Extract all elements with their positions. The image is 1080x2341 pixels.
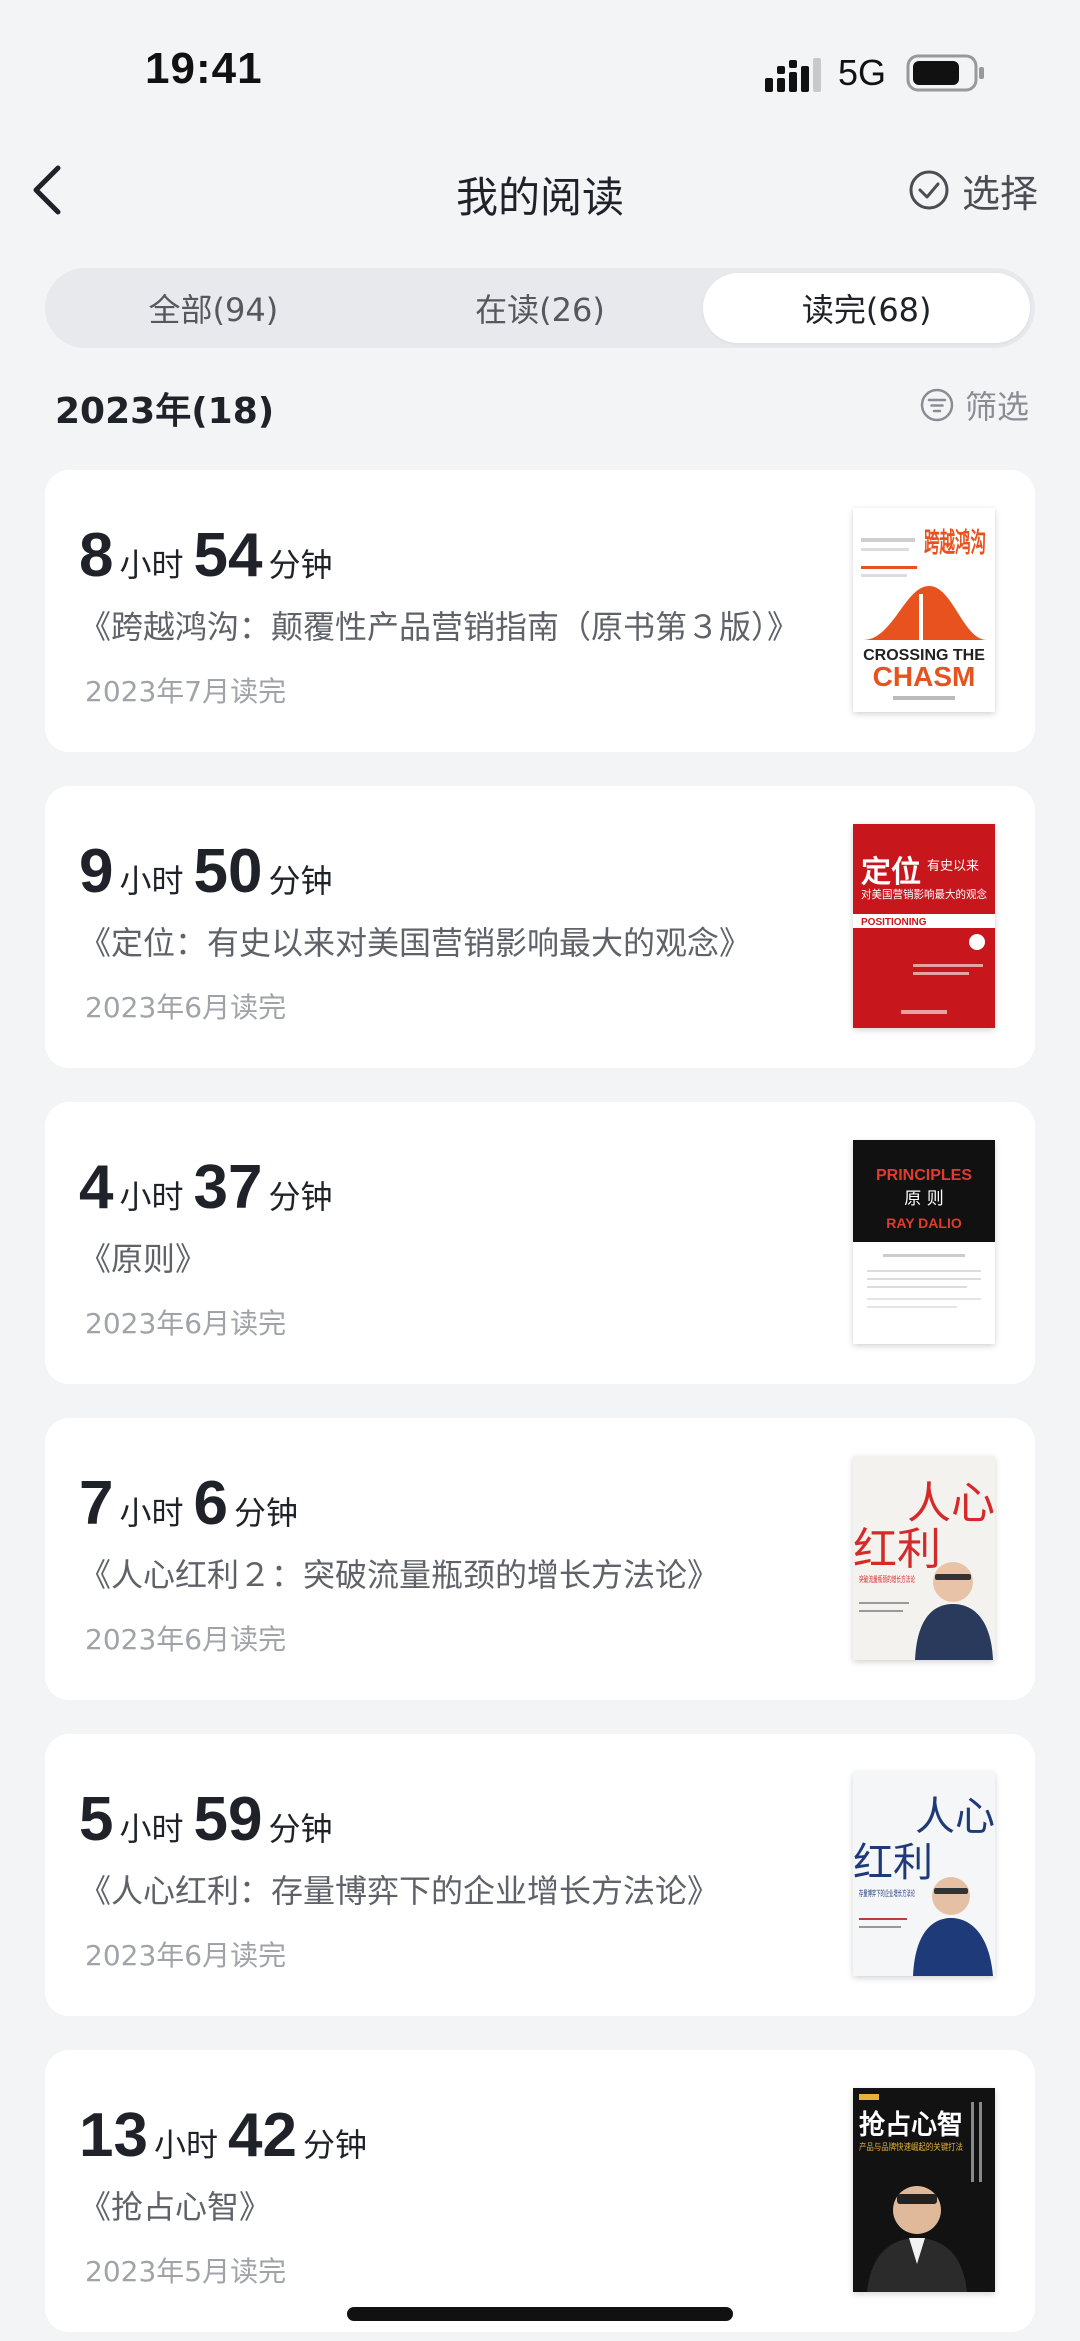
select-button[interactable]: 选择	[908, 162, 1038, 218]
select-label: 选择	[961, 171, 1038, 216]
cover-title-text: 抢占心智	[859, 2109, 963, 2141]
finish-date: 2023年6月读完	[85, 1623, 287, 1656]
reading-history-screen: 19:41 5G 我的阅读 选择 全部(94) 在读(26) 读完(68) 20…	[0, 0, 1080, 2341]
minutes-unit: 分钟	[268, 862, 333, 900]
finish-date: 2023年6月读完	[85, 1307, 287, 1340]
cover-en-title: PRINCIPLES	[876, 1167, 972, 1184]
duration-minutes: 6	[193, 1469, 228, 1538]
tab-finished[interactable]: 读完(68)	[703, 273, 1031, 343]
finish-date: 2023年5月读完	[85, 2255, 287, 2288]
minutes-unit: 分钟	[233, 1494, 298, 1532]
book-card[interactable]: 5 小时 59 分钟 《人心红利：存量博弈下的企业增长方法论》 2023年6月读…	[45, 1734, 1035, 2016]
minutes-unit: 分钟	[302, 2126, 367, 2164]
year-label: 2023年(18)	[55, 391, 275, 432]
finished-books-list: 8 小时 54 分钟 《跨越鸿沟：颠覆性产品营销指南（原书第３版）》 2023年…	[45, 470, 1035, 2341]
reading-duration: 5 小时 59 分钟	[79, 1784, 342, 1855]
minutes-unit: 分钟	[268, 1810, 333, 1848]
filter-button[interactable]: 筛选	[919, 382, 1029, 428]
cover-author-text: RAY DALIO	[886, 1215, 962, 1231]
finish-date: 2023年7月读完	[85, 675, 287, 708]
hours-unit: 小时	[119, 862, 184, 900]
book-card[interactable]: 7 小时 6 分钟 《人心红利２：突破流量瓶颈的增长方法论》 2023年6月读完…	[45, 1418, 1035, 1700]
book-title: 《原则》	[79, 1240, 208, 1278]
book-title: 《抢占心智》	[79, 2188, 272, 2226]
year-section-header: 2023年(18) 筛选	[55, 378, 1035, 432]
cover-title-text: 原 则	[904, 1189, 943, 1209]
cover-title-text: 定位	[861, 855, 921, 890]
reading-duration: 9 小时 50 分钟	[79, 836, 342, 907]
finish-date: 2023年6月读完	[85, 1939, 287, 1972]
filter-icon	[920, 388, 954, 422]
duration-minutes: 59	[193, 1785, 263, 1854]
book-title: 《跨越鸿沟：颠覆性产品营销指南（原书第３版）》	[79, 608, 800, 646]
status-time: 19:41	[145, 44, 263, 93]
reading-duration: 13 小时 42 分钟	[79, 2100, 377, 2171]
duration-hours: 7	[79, 1469, 114, 1538]
filter-label: 筛选	[964, 388, 1029, 426]
principles-cover: PRINCIPLES 原 则 RAY DALIO	[853, 1140, 995, 1344]
hours-unit: 小时	[119, 546, 184, 584]
cover-title-line-2: 红利	[853, 1840, 933, 1886]
battery-icon	[906, 54, 984, 92]
book-title: 《定位：有史以来对美国营销影响最大的观念》	[79, 924, 752, 962]
reading-duration: 4 小时 37 分钟	[79, 1152, 342, 1223]
nav-bar: 我的阅读 选择	[0, 150, 1080, 230]
cover-en-text: POSITIONING	[861, 917, 927, 928]
cover-title-line-1: 人心	[915, 1794, 995, 1840]
book-title: 《人心红利２：突破流量瓶颈的增长方法论》	[79, 1556, 720, 1594]
reading-duration: 8 小时 54 分钟	[79, 520, 342, 591]
duration-minutes: 37	[193, 1153, 263, 1222]
duration-minutes: 54	[193, 521, 263, 590]
status-bar: 19:41 5G	[0, 0, 1080, 140]
network-type: 5G	[838, 52, 887, 93]
book-title: 《人心红利：存量博弈下的企业增长方法论》	[79, 1872, 720, 1910]
cover-subtitle-2: 对美国营销影响最大的观念	[861, 887, 987, 901]
finish-date: 2023年6月读完	[85, 991, 287, 1024]
crossing-the-chasm-cover: 跨越鸿沟 CROSSING THE CHASM	[853, 508, 995, 712]
cover-subtitle: 突破流量瓶颈的增长方法论	[859, 1574, 915, 1584]
duration-minutes: 50	[193, 837, 263, 906]
cellular-signal-icon	[765, 58, 821, 92]
duration-hours: 9	[79, 837, 114, 906]
book-card[interactable]: 4 小时 37 分钟 《原则》 2023年6月读完 PRINCIPLES 原 则…	[45, 1102, 1035, 1384]
book-card[interactable]: 9 小时 50 分钟 《定位：有史以来对美国营销影响最大的观念》 2023年6月…	[45, 786, 1035, 1068]
duration-hours: 5	[79, 1785, 114, 1854]
book-card[interactable]: 13 小时 42 分钟 《抢占心智》 2023年5月读完 抢占心智 产品与品牌快…	[45, 2050, 1035, 2332]
hours-unit: 小时	[119, 1178, 184, 1216]
renxin-hongli-cover: 人心 红利 存量博弈下的企业增长方法论	[853, 1772, 995, 1976]
reading-duration: 7 小时 6 分钟	[79, 1468, 308, 1539]
minutes-unit: 分钟	[268, 546, 333, 584]
duration-hours: 8	[79, 521, 114, 590]
hours-unit: 小时	[119, 1494, 184, 1532]
positioning-cover: 定位 有史以来 对美国营销影响最大的观念 POSITIONING	[853, 824, 995, 1028]
book-card[interactable]: 8 小时 54 分钟 《跨越鸿沟：颠覆性产品营销指南（原书第３版）》 2023年…	[45, 470, 1035, 752]
qiangzhan-xinzhi-cover: 抢占心智 产品与品牌快速崛起的关键打法	[853, 2088, 995, 2292]
status-tabs: 全部(94) 在读(26) 读完(68)	[45, 268, 1035, 348]
hours-unit: 小时	[153, 2126, 218, 2164]
renxin-hongli-2-cover: 人心 红利 突破流量瓶颈的增长方法论	[853, 1456, 995, 1660]
check-circle-icon	[909, 170, 949, 210]
cover-subtitle: 存量博弈下的企业增长方法论	[859, 1888, 915, 1898]
tab-all[interactable]: 全部(94)	[50, 273, 377, 343]
home-indicator[interactable]	[347, 2307, 733, 2321]
duration-hours: 13	[79, 2101, 148, 2170]
cover-subtitle: 产品与品牌快速崛起的关键打法	[859, 2141, 963, 2153]
tab-reading[interactable]: 在读(26)	[377, 273, 704, 343]
duration-minutes: 42	[227, 2101, 297, 2170]
duration-hours: 4	[79, 1153, 114, 1222]
cover-title-text: 跨越鸿沟	[924, 528, 986, 559]
cover-title-line-1: 人心	[907, 1478, 995, 1529]
hours-unit: 小时	[119, 1810, 184, 1848]
minutes-unit: 分钟	[268, 1178, 333, 1216]
cover-en-title: CHASM	[873, 661, 976, 692]
cover-subtitle-1: 有史以来	[927, 859, 979, 874]
cover-title-line-2: 红利	[853, 1524, 941, 1575]
